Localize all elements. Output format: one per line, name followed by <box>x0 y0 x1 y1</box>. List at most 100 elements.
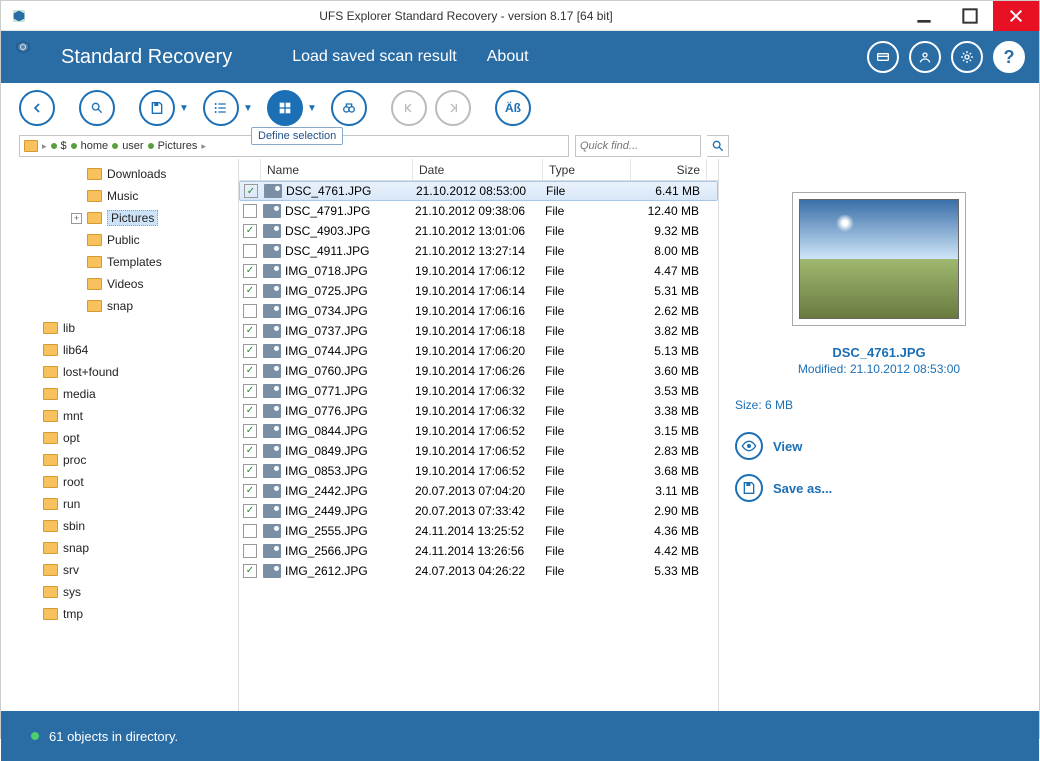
search-button[interactable] <box>79 90 115 126</box>
file-row[interactable]: ✓IMG_0849.JPG19.10.2014 17:06:52File2.83… <box>239 441 718 461</box>
file-row[interactable]: ✓IMG_0718.JPG19.10.2014 17:06:12File4.47… <box>239 261 718 281</box>
checkbox[interactable]: ✓ <box>243 484 257 498</box>
image-icon <box>263 384 281 398</box>
checkbox[interactable] <box>243 524 257 538</box>
encoding-button[interactable]: Äß <box>495 90 531 126</box>
checkbox[interactable]: ✓ <box>243 424 257 438</box>
file-row[interactable]: ✓IMG_0760.JPG19.10.2014 17:06:26File3.60… <box>239 361 718 381</box>
image-icon <box>263 304 281 318</box>
col-name[interactable]: Name <box>261 159 413 180</box>
tree-item-downloads[interactable]: Downloads <box>1 163 238 185</box>
tree-item-sbin[interactable]: sbin <box>1 515 238 537</box>
tree-label: media <box>63 387 96 401</box>
checkbox[interactable]: ✓ <box>243 224 257 238</box>
col-type[interactable]: Type <box>543 159 631 180</box>
checkbox[interactable]: ✓ <box>244 184 258 198</box>
file-name: IMG_0776.JPG <box>285 404 415 418</box>
file-row[interactable]: ✓IMG_2612.JPG24.07.2013 04:26:22File5.33… <box>239 561 718 581</box>
prev-button[interactable] <box>391 90 427 126</box>
tree-item-sys[interactable]: sys <box>1 581 238 603</box>
file-row[interactable]: ✓IMG_2449.JPG20.07.2013 07:33:42File2.90… <box>239 501 718 521</box>
toolbar-card-icon[interactable] <box>867 41 899 73</box>
checkbox[interactable]: ✓ <box>243 264 257 278</box>
checkbox[interactable]: ✓ <box>243 404 257 418</box>
tree-item-lib64[interactable]: lib64 <box>1 339 238 361</box>
maximize-button[interactable] <box>947 1 993 31</box>
file-row[interactable]: IMG_2566.JPG24.11.2014 13:26:56File4.42 … <box>239 541 718 561</box>
file-row[interactable]: DSC_4791.JPG21.10.2012 09:38:06File12.40… <box>239 201 718 221</box>
checkbox[interactable]: ✓ <box>243 504 257 518</box>
checkbox[interactable]: ✓ <box>243 444 257 458</box>
checkbox[interactable]: ✓ <box>243 344 257 358</box>
tree-item-public[interactable]: Public <box>1 229 238 251</box>
checkbox[interactable]: ✓ <box>243 384 257 398</box>
tree-item-lib[interactable]: lib <box>1 317 238 339</box>
tree-item-run[interactable]: run <box>1 493 238 515</box>
file-row[interactable]: ✓IMG_0844.JPG19.10.2014 17:06:52File3.15… <box>239 421 718 441</box>
close-button[interactable] <box>993 1 1039 31</box>
file-row[interactable]: ✓DSC_4761.JPG21.10.2012 08:53:00File6.41… <box>239 181 718 201</box>
tree-item-root[interactable]: root <box>1 471 238 493</box>
tree-item-videos[interactable]: Videos <box>1 273 238 295</box>
folder-tree[interactable]: DownloadsMusic+PicturesPublicTemplatesVi… <box>1 159 239 711</box>
saveas-button[interactable]: Save as... <box>735 474 1023 502</box>
selection-dropdown[interactable]: ▼ <box>307 103 319 114</box>
col-date[interactable]: Date <box>413 159 543 180</box>
tree-item-music[interactable]: Music <box>1 185 238 207</box>
tree-item-mnt[interactable]: mnt <box>1 405 238 427</box>
file-type: File <box>545 324 633 338</box>
tree-item-templates[interactable]: Templates <box>1 251 238 273</box>
checkbox[interactable]: ✓ <box>243 464 257 478</box>
file-list-body[interactable]: ✓DSC_4761.JPG21.10.2012 08:53:00File6.41… <box>239 181 718 711</box>
checkbox[interactable]: ✓ <box>243 284 257 298</box>
quickfind-button[interactable] <box>707 135 729 157</box>
save-dropdown[interactable]: ▼ <box>179 103 191 114</box>
tree-item-srv[interactable]: srv <box>1 559 238 581</box>
file-row[interactable]: ✓IMG_0725.JPG19.10.2014 17:06:14File5.31… <box>239 281 718 301</box>
file-row[interactable]: ✓IMG_0771.JPG19.10.2014 17:06:32File3.53… <box>239 381 718 401</box>
list-button[interactable] <box>203 90 239 126</box>
file-list: Name Date Type Size ✓DSC_4761.JPG21.10.2… <box>239 159 719 711</box>
expand-icon[interactable]: + <box>71 213 82 224</box>
quickfind-input[interactable] <box>575 135 701 157</box>
image-icon <box>263 204 281 218</box>
binoculars-button[interactable] <box>331 90 367 126</box>
checkbox[interactable]: ✓ <box>243 364 257 378</box>
tree-item-lost+found[interactable]: lost+found <box>1 361 238 383</box>
tree-item-tmp[interactable]: tmp <box>1 603 238 625</box>
minimize-button[interactable] <box>901 1 947 31</box>
file-row[interactable]: ✓IMG_0853.JPG19.10.2014 17:06:52File3.68… <box>239 461 718 481</box>
checkbox[interactable]: ✓ <box>243 324 257 338</box>
file-row[interactable]: IMG_2555.JPG24.11.2014 13:25:52File4.36 … <box>239 521 718 541</box>
view-button[interactable]: View <box>735 432 1023 460</box>
toolbar-help-icon[interactable]: ? <box>993 41 1025 73</box>
checkbox[interactable] <box>243 304 257 318</box>
next-button[interactable] <box>435 90 471 126</box>
file-row[interactable]: ✓IMG_0744.JPG19.10.2014 17:06:20File5.13… <box>239 341 718 361</box>
file-row[interactable]: ✓IMG_0737.JPG19.10.2014 17:06:18File3.82… <box>239 321 718 341</box>
menu-load-scan[interactable]: Load saved scan result <box>292 48 457 66</box>
save-button[interactable] <box>139 90 175 126</box>
file-row[interactable]: ✓IMG_2442.JPG20.07.2013 07:04:20File3.11… <box>239 481 718 501</box>
file-row[interactable]: ✓IMG_0776.JPG19.10.2014 17:06:32File3.38… <box>239 401 718 421</box>
checkbox[interactable] <box>243 244 257 258</box>
file-row[interactable]: DSC_4911.JPG21.10.2012 13:27:14File8.00 … <box>239 241 718 261</box>
tree-item-snap[interactable]: snap <box>1 295 238 317</box>
tree-item-opt[interactable]: opt <box>1 427 238 449</box>
file-row[interactable]: IMG_0734.JPG19.10.2014 17:06:16File2.62 … <box>239 301 718 321</box>
tree-item-snap[interactable]: snap <box>1 537 238 559</box>
checkbox[interactable] <box>243 204 257 218</box>
file-row[interactable]: ✓DSC_4903.JPG21.10.2012 13:01:06File9.32… <box>239 221 718 241</box>
list-dropdown[interactable]: ▼ <box>243 103 255 114</box>
checkbox[interactable]: ✓ <box>243 564 257 578</box>
tree-item-proc[interactable]: proc <box>1 449 238 471</box>
checkbox[interactable] <box>243 544 257 558</box>
col-size[interactable]: Size <box>631 159 707 180</box>
tree-item-pictures[interactable]: +Pictures <box>1 207 238 229</box>
toolbar-settings-icon[interactable] <box>951 41 983 73</box>
menu-about[interactable]: About <box>487 48 529 66</box>
back-button[interactable] <box>19 90 55 126</box>
tree-item-media[interactable]: media <box>1 383 238 405</box>
toolbar-user-icon[interactable] <box>909 41 941 73</box>
selection-button[interactable] <box>267 90 303 126</box>
